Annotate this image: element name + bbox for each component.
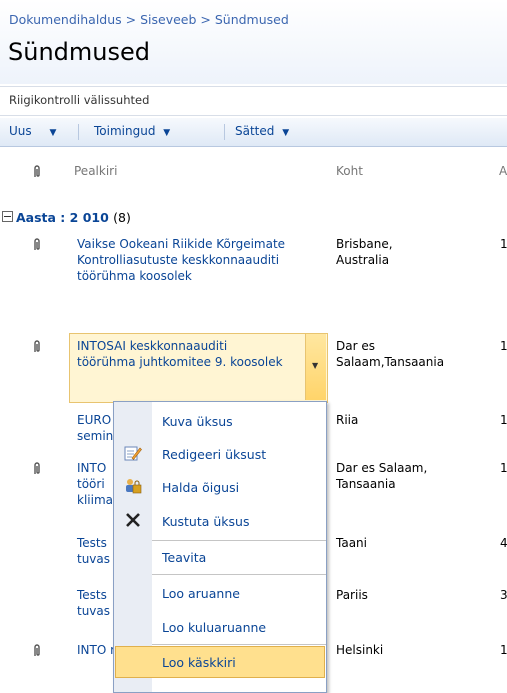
actions-menu-button[interactable]: Toimingud ▼ bbox=[94, 124, 170, 138]
edit-icon bbox=[124, 446, 142, 461]
group-header-year[interactable]: Aasta : 2 010 (8) bbox=[2, 210, 131, 225]
event-date: 4 bbox=[500, 536, 507, 550]
menu-item-view[interactable]: Kuva üksus bbox=[114, 406, 326, 436]
event-title-link[interactable]: INTOSAI keskkonnaauditi töörühma juhtkom… bbox=[77, 338, 287, 370]
menu-item-command[interactable]: Loo käskkiri bbox=[115, 646, 325, 678]
menu-item-alert[interactable]: Teavita bbox=[114, 542, 326, 572]
new-menu-button[interactable]: Uus ▼ bbox=[9, 124, 56, 138]
menu-item-label: Halda õigusi bbox=[162, 480, 240, 495]
menu-item-delete[interactable]: Kustuta üksus bbox=[114, 506, 326, 536]
group-count: (8) bbox=[113, 210, 131, 225]
new-menu-label: Uus bbox=[9, 124, 32, 138]
chevron-down-icon: ▼ bbox=[312, 361, 319, 370]
settings-menu-button[interactable]: Sätted ▼ bbox=[235, 124, 289, 138]
collapse-icon[interactable] bbox=[2, 211, 13, 222]
event-date: 1 bbox=[500, 237, 507, 251]
chevron-down-icon: ▼ bbox=[282, 128, 290, 138]
event-title-link[interactable]: Vaikse Ookeani Riikide Kõrgeimate Kontro… bbox=[77, 236, 297, 284]
column-next[interactable]: A bbox=[499, 164, 507, 178]
page-title: Sündmused bbox=[8, 38, 150, 66]
toolbar-divider bbox=[78, 124, 79, 140]
permissions-icon bbox=[126, 479, 142, 494]
event-location: Pariis bbox=[336, 588, 368, 602]
item-context-menu: Kuva üksus Redigeeri üksust Halda õigusi… bbox=[113, 401, 327, 693]
event-date: 3 bbox=[500, 588, 507, 602]
event-title-link[interactable]: Tests tuvas bbox=[77, 535, 113, 567]
item-menu-dropdown[interactable]: ▼ bbox=[305, 334, 326, 400]
event-title-link[interactable]: Tests tuvas bbox=[77, 587, 113, 619]
event-date: 1 bbox=[500, 461, 507, 475]
menu-item-label: Loo aruanne bbox=[162, 586, 240, 601]
menu-item-label: Loo kuluaruanne bbox=[162, 620, 267, 635]
event-location: Taani bbox=[336, 536, 367, 550]
paperclip-icon bbox=[34, 340, 40, 352]
menu-separator bbox=[152, 644, 326, 645]
chevron-down-icon: ▼ bbox=[49, 128, 57, 138]
menu-item-permissions[interactable]: Halda õigusi bbox=[114, 472, 326, 502]
column-header-row: Pealkiri Koht A bbox=[0, 160, 507, 182]
chevron-down-icon: ▼ bbox=[163, 128, 171, 138]
event-location: Riia bbox=[336, 413, 359, 427]
settings-menu-label: Sätted bbox=[235, 124, 275, 138]
toolbar-divider bbox=[224, 124, 225, 140]
menu-item-report[interactable]: Loo aruanne bbox=[114, 578, 326, 608]
menu-item-label: Redigeeri üksust bbox=[162, 447, 267, 462]
page-header: Dokumendihaldus > Siseveeb > Sündmused S… bbox=[0, 0, 507, 84]
menu-separator bbox=[152, 540, 326, 541]
list-description-text: Riigikontrolli välissuhted bbox=[9, 93, 150, 107]
column-title[interactable]: Pealkiri bbox=[74, 164, 117, 178]
event-location: Brisbane, Australia bbox=[336, 237, 393, 267]
event-title-link[interactable]: EURO semin bbox=[77, 412, 117, 444]
menu-item-expense-report[interactable]: Loo kuluaruanne bbox=[114, 612, 326, 642]
column-location[interactable]: Koht bbox=[336, 164, 363, 178]
actions-menu-label: Toimingud bbox=[94, 124, 156, 138]
list-description: Riigikontrolli välissuhted bbox=[0, 86, 507, 116]
delete-icon bbox=[126, 513, 140, 527]
paperclip-icon bbox=[34, 238, 40, 250]
menu-item-edit[interactable]: Redigeeri üksust bbox=[114, 439, 326, 469]
event-date: 1 bbox=[500, 413, 507, 427]
menu-item-label: Loo käskkiri bbox=[162, 655, 236, 670]
menu-item-label: Kuva üksus bbox=[162, 414, 233, 429]
paperclip-icon bbox=[34, 644, 40, 656]
breadcrumb[interactable]: Dokumendihaldus > Siseveeb > Sündmused bbox=[9, 12, 289, 27]
event-location: Dar es Salaam,Tansaania bbox=[336, 339, 445, 369]
menu-item-label: Teavita bbox=[162, 550, 207, 565]
event-date: 1 bbox=[500, 643, 507, 657]
list-toolbar: Uus ▼ Toimingud ▼ Sätted ▼ bbox=[0, 118, 507, 147]
menu-separator bbox=[152, 574, 326, 575]
paperclip-icon bbox=[34, 462, 40, 474]
menu-item-label: Kustuta üksus bbox=[162, 514, 250, 529]
event-title-link[interactable]: INTO tööri kliima bbox=[77, 460, 113, 508]
attachment-column-icon[interactable] bbox=[32, 165, 42, 179]
event-location: Dar es Salaam, Tansaania bbox=[336, 461, 428, 491]
event-location: Helsinki bbox=[336, 643, 384, 657]
group-label: Aasta : 2 010 bbox=[16, 210, 109, 225]
event-date: 1 bbox=[500, 339, 507, 353]
